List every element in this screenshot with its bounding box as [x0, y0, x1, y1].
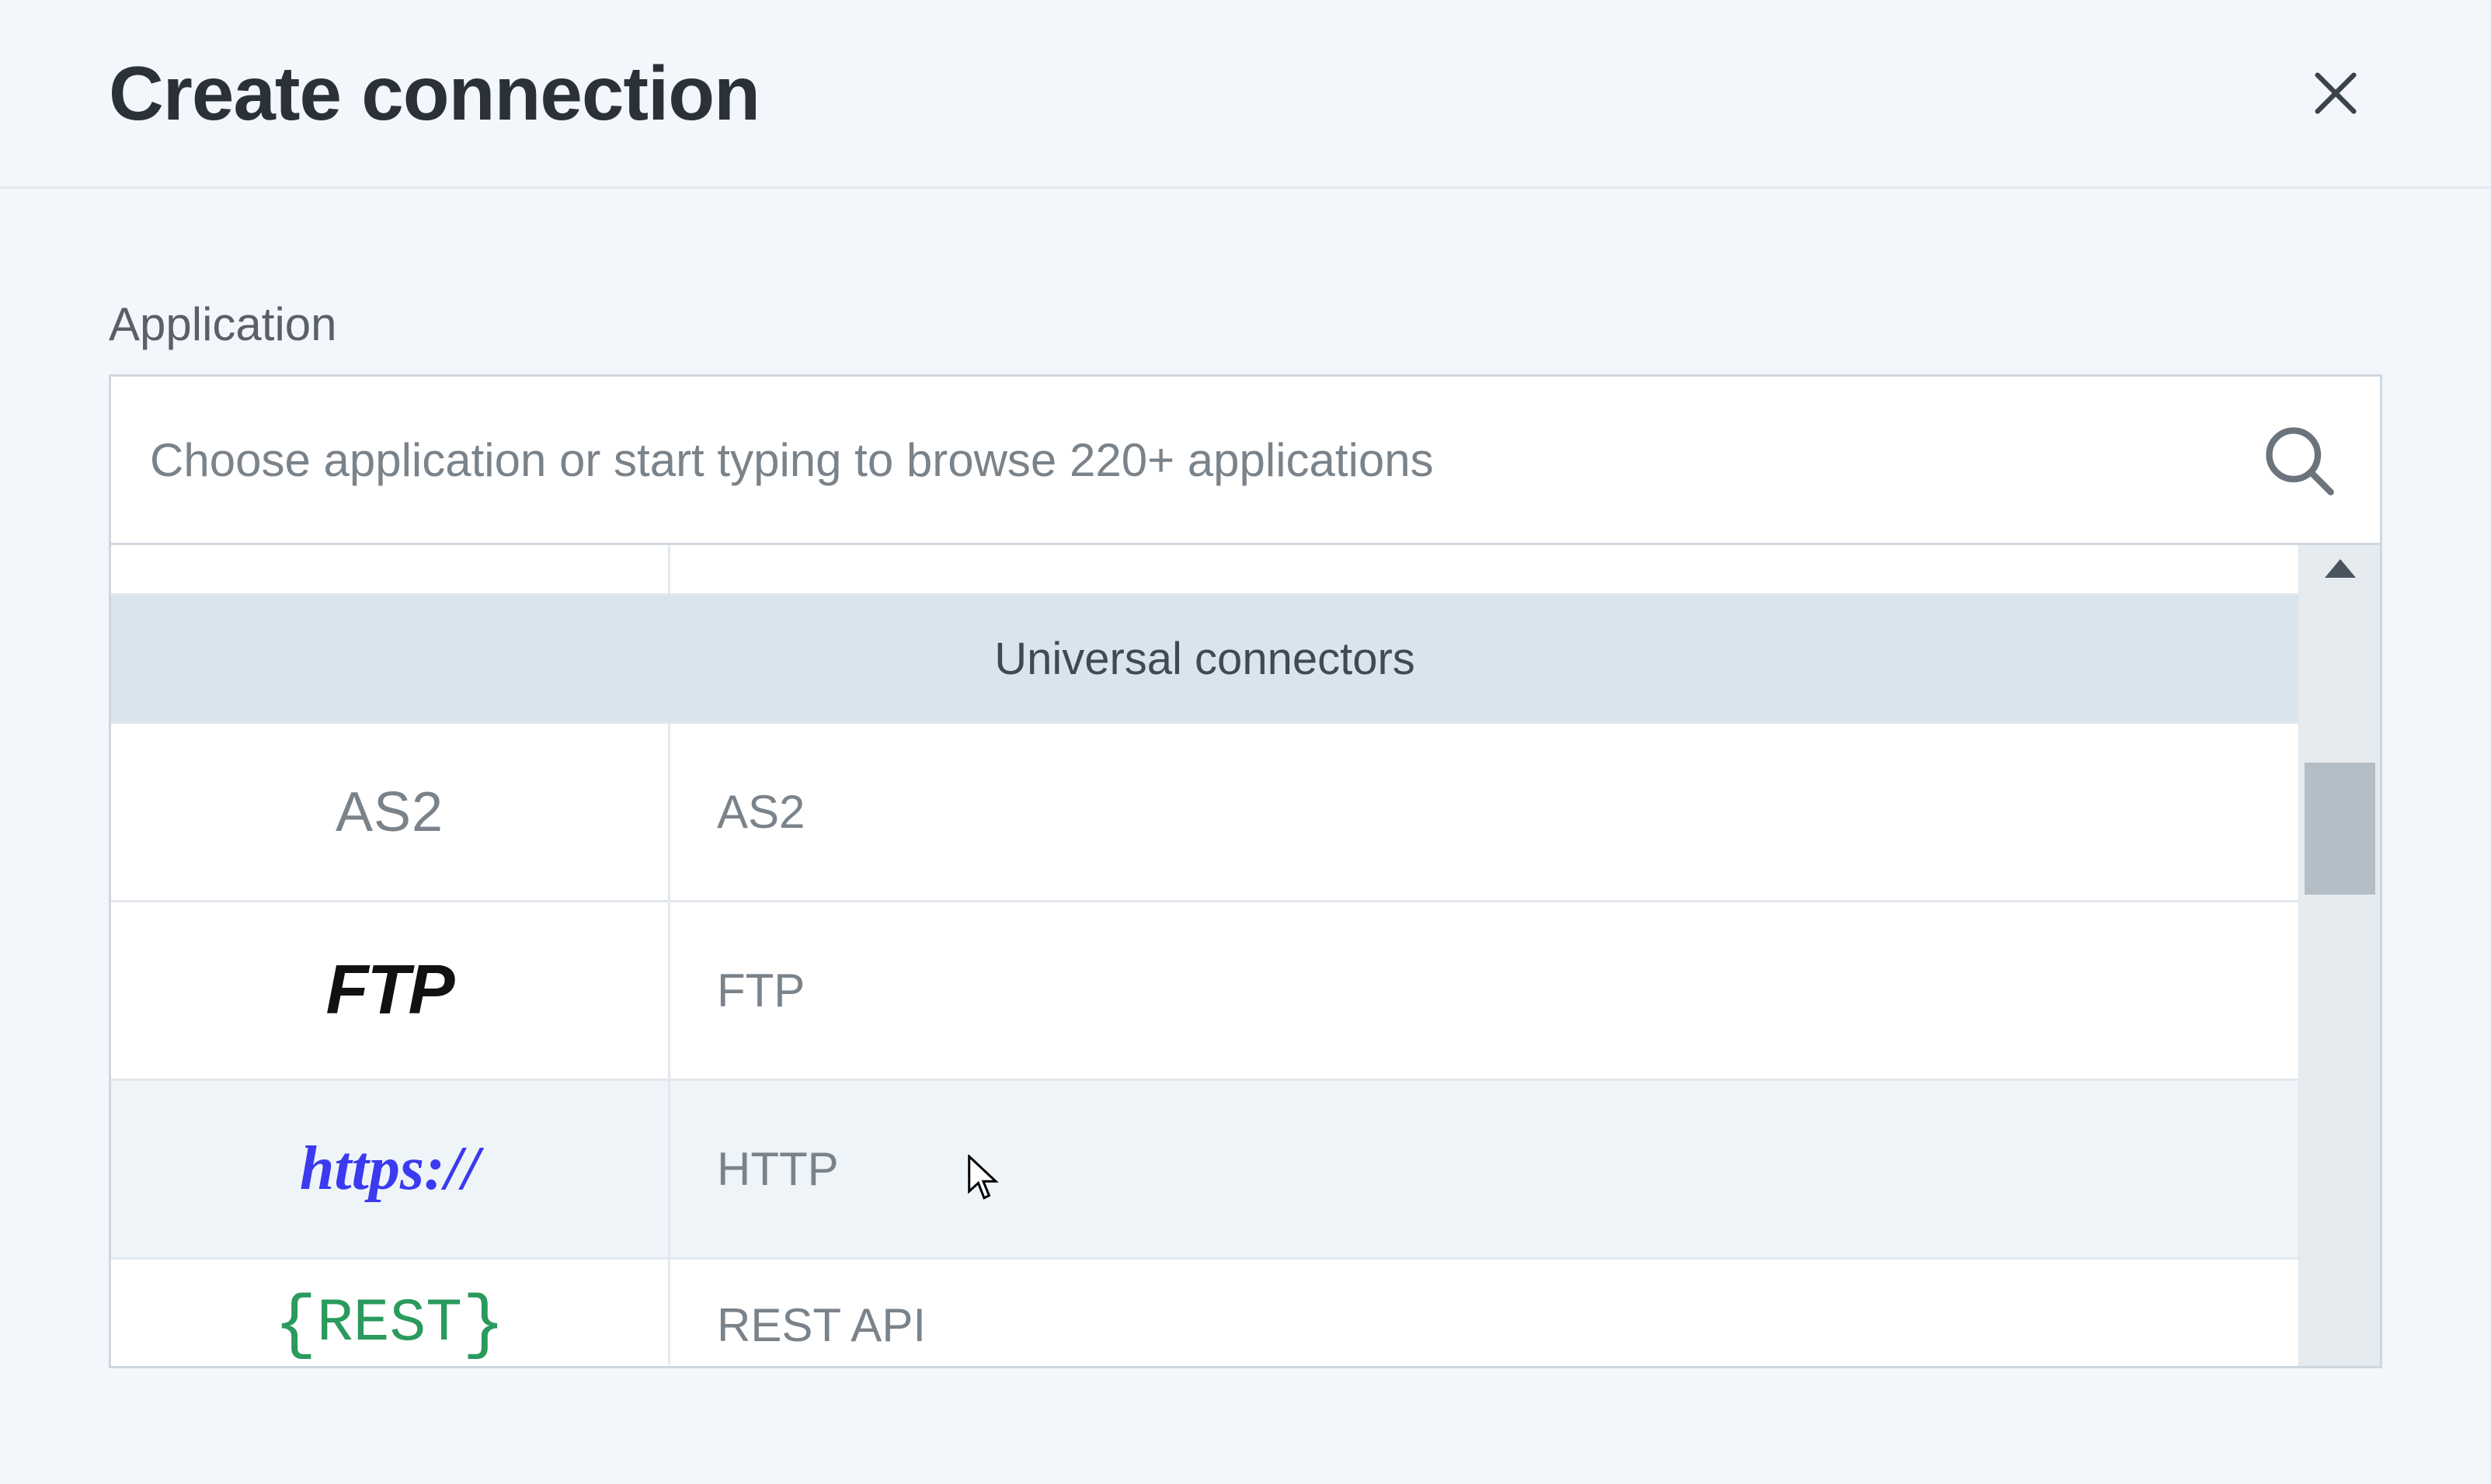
- application-search-input[interactable]: [111, 377, 2248, 543]
- connector-icon-cell: [111, 545, 670, 593]
- list-item[interactable]: {REST} REST API: [111, 1260, 2298, 1364]
- dialog-header: Create connection: [0, 0, 2491, 189]
- list-item[interactable]: FTP FTP: [111, 902, 2298, 1081]
- ftp-icon: FTP: [326, 951, 454, 1030]
- application-dropdown: Universal connectors AS2 AS2 FTP FTP htt…: [109, 545, 2382, 1368]
- dialog-body: Application U: [0, 189, 2491, 1368]
- list-item[interactable]: AS2 AS2: [111, 724, 2298, 902]
- application-field-label: Application: [109, 297, 2382, 351]
- search-icon: [2248, 409, 2349, 510]
- http-icon: https://: [300, 1134, 479, 1204]
- list-item[interactable]: [111, 545, 2298, 596]
- scroll-up-button[interactable]: [2300, 545, 2380, 592]
- connector-icon-cell: AS2: [111, 724, 670, 900]
- connector-name-cell: [670, 545, 2298, 593]
- create-connection-dialog: Create connection Application: [0, 0, 2491, 1368]
- connector-name: HTTP: [670, 1081, 2298, 1257]
- dialog-title: Create connection: [109, 50, 760, 137]
- as2-icon: AS2: [336, 780, 444, 844]
- application-search-wrap[interactable]: [109, 374, 2382, 545]
- scroll-thumb[interactable]: [2305, 763, 2375, 895]
- connector-name: FTP: [670, 902, 2298, 1079]
- close-button[interactable]: [2289, 47, 2382, 140]
- rest-icon: {REST}: [274, 1280, 506, 1361]
- close-icon: [2308, 66, 2363, 120]
- section-header-universal-connectors: Universal connectors: [111, 596, 2298, 724]
- list-item[interactable]: https:// HTTP: [111, 1081, 2298, 1260]
- connector-icon-cell: {REST}: [111, 1260, 670, 1364]
- dropdown-scrollbar[interactable]: [2298, 545, 2380, 1366]
- connector-icon-cell: https://: [111, 1081, 670, 1257]
- connector-icon-cell: FTP: [111, 902, 670, 1079]
- connector-name: REST API: [670, 1260, 2298, 1364]
- connector-name: AS2: [670, 724, 2298, 900]
